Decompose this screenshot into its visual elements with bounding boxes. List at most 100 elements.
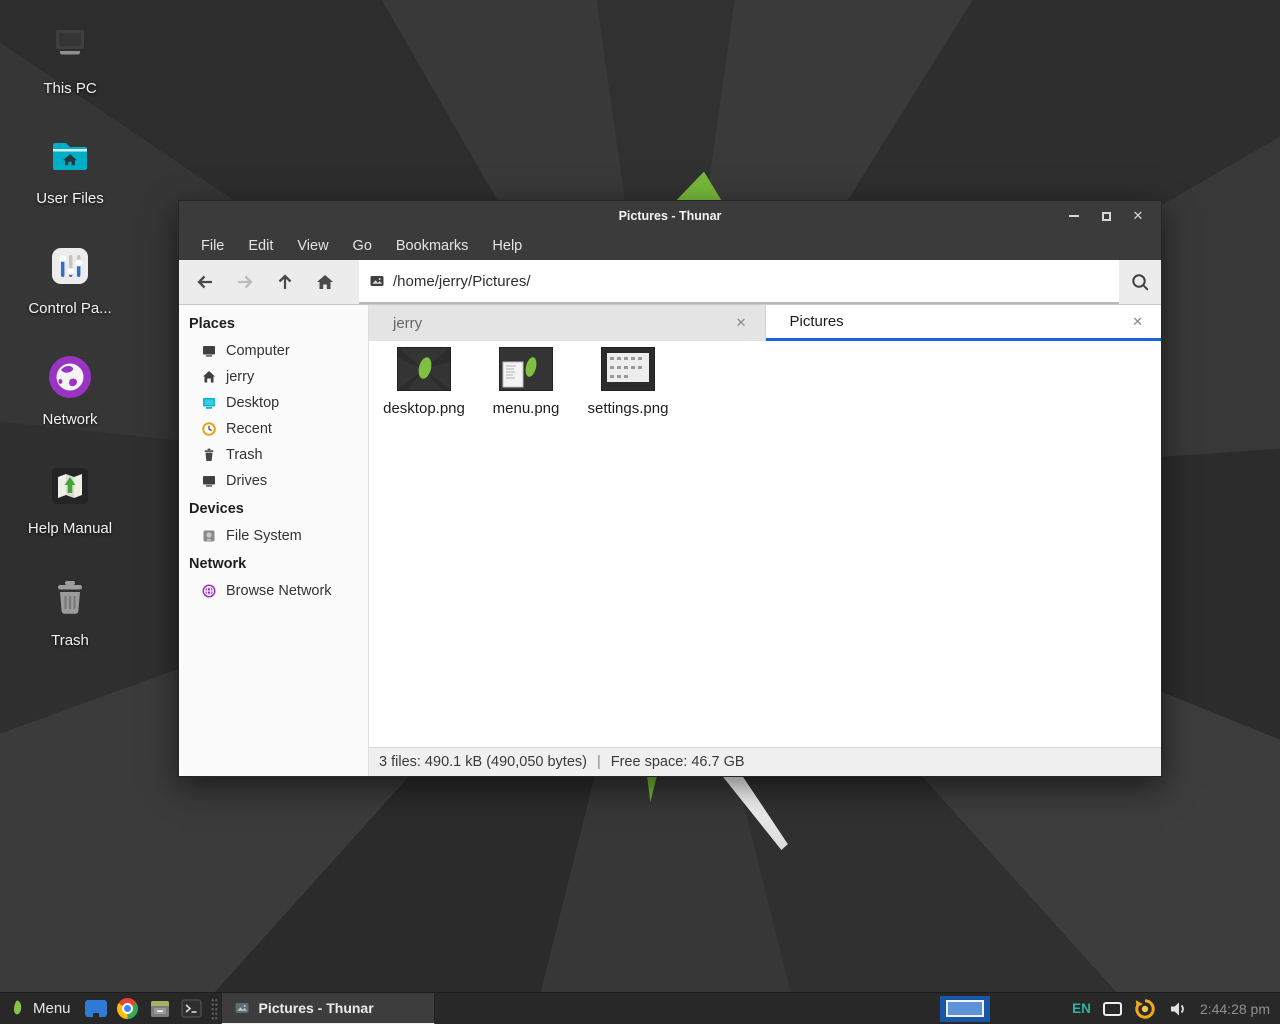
help-manual-icon [46, 462, 94, 510]
menu-help[interactable]: Help [482, 234, 532, 258]
filesystem-drive-icon [201, 528, 217, 544]
drives-icon [201, 473, 217, 489]
file-name: desktop.png [383, 400, 465, 417]
menu-edit[interactable]: Edit [238, 234, 283, 258]
home-icon [315, 272, 335, 292]
computer-icon [201, 343, 217, 359]
sidebar: Places Computer jerry [179, 305, 369, 776]
sidebar-item-desktop[interactable]: Desktop [179, 390, 368, 416]
sidebar-item-label: Recent [226, 421, 272, 437]
desktop-icon-trash[interactable]: Trash [18, 570, 122, 674]
tab-jerry[interactable]: jerry ✕ [369, 305, 766, 341]
desktop-icon-help-manual[interactable]: Help Manual [18, 458, 122, 562]
mint-logo-icon [8, 999, 25, 1018]
menu-bookmarks[interactable]: Bookmarks [386, 234, 479, 258]
minimize-button[interactable] [1065, 207, 1083, 225]
file-view[interactable]: desktop.png menu.png [369, 341, 1161, 747]
maximize-button[interactable] [1097, 207, 1115, 225]
menubar: File Edit View Go Bookmarks Help [179, 231, 1161, 260]
window-title: Pictures - Thunar [179, 209, 1161, 223]
keyboard-icon[interactable] [1103, 1002, 1122, 1016]
update-manager-tray[interactable] [1134, 998, 1156, 1020]
address-bar[interactable]: /home/jerry/Pictures/ [359, 260, 1119, 304]
sidebar-item-label: Drives [226, 473, 267, 489]
menu-file[interactable]: File [191, 234, 234, 258]
panel-handle[interactable] [211, 998, 218, 1020]
menu-button[interactable]: Menu [8, 999, 77, 1018]
status-free-space: Free space: 46.7 GB [611, 754, 745, 770]
home-icon [201, 369, 217, 385]
file-name: menu.png [493, 400, 560, 417]
taskbar-task-thunar[interactable]: Pictures - Thunar [221, 993, 435, 1024]
desktop-icon-label: Help Manual [28, 520, 112, 537]
close-button[interactable]: ✕ [1129, 207, 1147, 225]
file-manager-launcher[interactable] [147, 996, 173, 1022]
sidebar-item-file-system[interactable]: File System [179, 523, 368, 549]
address-path[interactable]: /home/jerry/Pictures/ [393, 273, 531, 290]
desktop-icon-label: Network [42, 411, 97, 428]
image-thumbnail [397, 347, 451, 391]
search-icon [1130, 272, 1151, 293]
desktop-icon-network[interactable]: Network [18, 349, 122, 453]
desktop-monitor-icon [201, 395, 217, 411]
up-arrow-icon [275, 272, 295, 292]
chrome-launcher[interactable] [115, 996, 141, 1022]
sidebar-item-jerry[interactable]: jerry [179, 364, 368, 390]
sidebar-item-trash[interactable]: Trash [179, 442, 368, 468]
update-refresh-icon [1134, 998, 1156, 1020]
back-button[interactable] [185, 263, 225, 301]
file-item-menu-png[interactable]: menu.png [475, 347, 577, 417]
sidebar-item-label: Browse Network [226, 583, 332, 599]
search-button[interactable] [1119, 260, 1161, 304]
file-item-settings-png[interactable]: settings.png [577, 347, 679, 417]
desktop-icon-this-pc[interactable]: This PC [18, 18, 122, 122]
control-panel-icon [46, 242, 94, 290]
menu-view[interactable]: View [287, 234, 338, 258]
sidebar-item-computer[interactable]: Computer [179, 338, 368, 364]
terminal-icon [181, 998, 202, 1019]
home-button[interactable] [305, 263, 345, 301]
forward-button[interactable] [225, 263, 265, 301]
task-window-icon [234, 1000, 250, 1016]
keyboard-layout-indicator[interactable]: EN [1072, 1001, 1091, 1016]
computer-icon [46, 22, 94, 70]
window-titlebar[interactable]: Pictures - Thunar ✕ [179, 201, 1161, 231]
desktop-icon-control-panel[interactable]: Control Pa... [18, 238, 122, 342]
sidebar-item-browse-network[interactable]: Browse Network [179, 578, 368, 604]
file-item-desktop-png[interactable]: desktop.png [373, 347, 475, 417]
desktop-icon-user-files[interactable]: User Files [18, 128, 122, 232]
tab-close-icon[interactable]: ✕ [732, 313, 751, 333]
desktop-icon-label: Trash [51, 632, 89, 649]
desktop-wallpaper: This PC User Files Control Pa... [0, 0, 1280, 1024]
show-desktop-button[interactable] [83, 996, 109, 1022]
sidebar-header-devices: Devices [179, 494, 368, 523]
tab-label: Pictures [790, 313, 1129, 330]
chrome-icon [117, 998, 138, 1019]
menu-go[interactable]: Go [343, 234, 382, 258]
workspace-1[interactable] [946, 1000, 984, 1017]
desktop-icon-label: User Files [36, 190, 104, 207]
tab-close-icon[interactable]: ✕ [1128, 312, 1147, 332]
sidebar-header-places: Places [179, 309, 368, 338]
clock[interactable]: 2:44:28 pm [1200, 1001, 1270, 1017]
terminal-launcher[interactable] [179, 996, 205, 1022]
sidebar-item-drives[interactable]: Drives [179, 468, 368, 494]
wallpaper-white-streak [718, 776, 790, 850]
toolbar: /home/jerry/Pictures/ [179, 260, 1161, 305]
network-globe-icon [46, 353, 94, 401]
status-bar: 3 files: 490.1 kB (490,050 bytes) | Free… [369, 747, 1161, 776]
status-separator: | [597, 754, 601, 770]
show-desktop-icon [85, 1000, 107, 1017]
thunar-window: Pictures - Thunar ✕ File Edit View Go Bo… [178, 200, 1162, 777]
image-thumbnail [601, 347, 655, 391]
sidebar-header-network: Network [179, 549, 368, 578]
workspace-switcher[interactable] [940, 996, 990, 1022]
sidebar-item-label: jerry [226, 369, 254, 385]
tab-pictures[interactable]: Pictures ✕ [766, 305, 1162, 341]
sidebar-item-label: Trash [226, 447, 263, 463]
volume-tray[interactable] [1168, 999, 1188, 1019]
desktop-icon-label: This PC [43, 80, 96, 97]
sidebar-item-recent[interactable]: Recent [179, 416, 368, 442]
task-label: Pictures - Thunar [259, 1000, 374, 1016]
up-button[interactable] [265, 263, 305, 301]
